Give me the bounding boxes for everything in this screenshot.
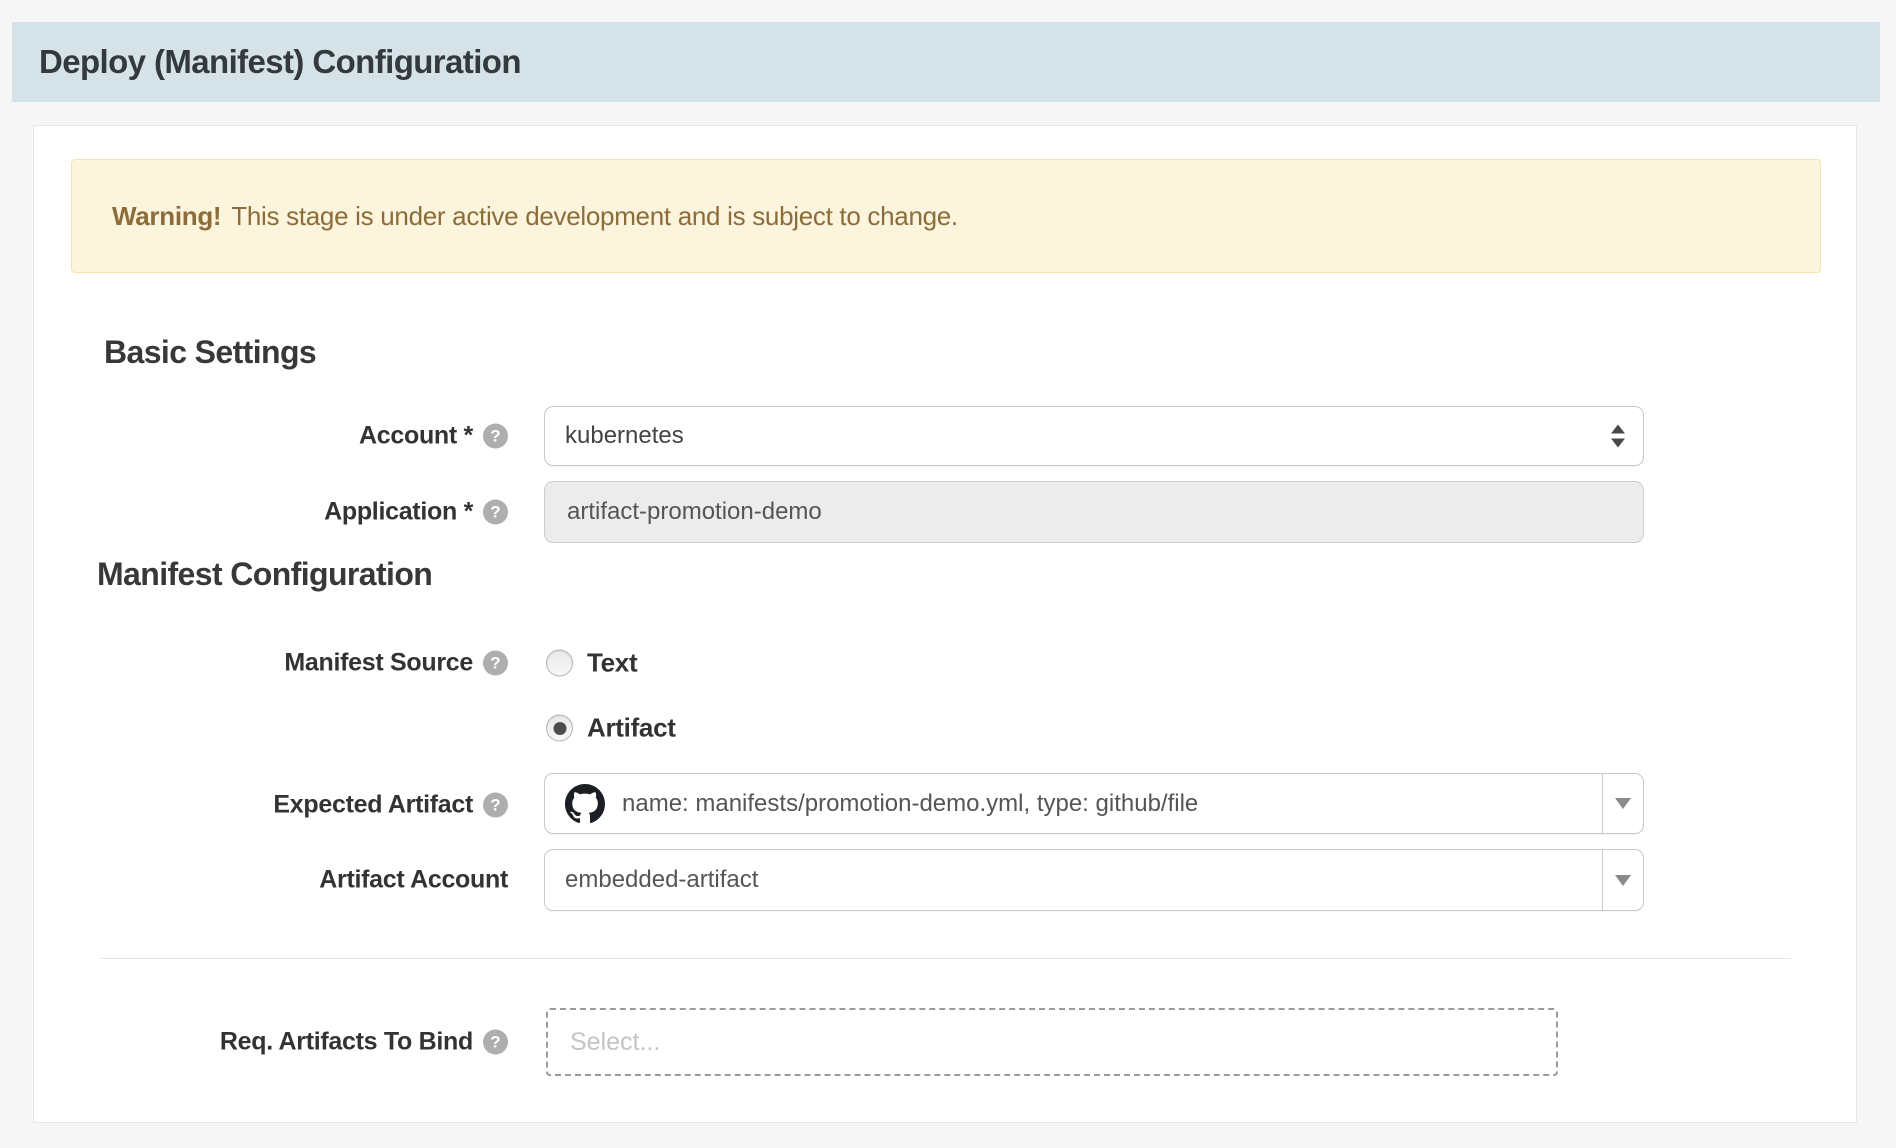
artifact-account-select[interactable]: embedded-artifact xyxy=(544,849,1644,911)
manifest-source-label: Manifest Source? xyxy=(34,649,508,678)
select-stepper-icon xyxy=(1611,425,1625,448)
warning-alert: Warning! This stage is under active deve… xyxy=(71,159,1821,273)
warning-alert-message: This stage is under active development a… xyxy=(231,201,958,232)
manifest-source-artifact-option-label[interactable]: Artifact xyxy=(587,713,676,744)
artifact-account-caret-button[interactable] xyxy=(1602,850,1643,910)
help-icon[interactable]: ? xyxy=(483,793,508,818)
caret-down-icon xyxy=(1615,798,1631,809)
caret-down-icon xyxy=(1615,875,1631,886)
stage-config-panel: Warning! This stage is under active deve… xyxy=(33,125,1857,1123)
req-artifacts-placeholder: Select... xyxy=(570,1028,660,1057)
req-artifacts-to-bind-label: Req. Artifacts To Bind? xyxy=(34,1028,508,1057)
radio-unchecked-icon[interactable] xyxy=(546,650,573,677)
help-icon[interactable]: ? xyxy=(483,500,508,525)
section-divider xyxy=(101,958,1791,959)
warning-alert-strong: Warning! xyxy=(112,201,221,232)
manifest-source-radio-artifact[interactable]: Artifact xyxy=(546,713,676,744)
manifest-source-radio-text[interactable]: Text xyxy=(546,648,637,679)
req-artifacts-to-bind-select[interactable]: Select... xyxy=(546,1008,1558,1076)
application-input-value: artifact-promotion-demo xyxy=(567,498,822,526)
artifact-account-label: Artifact Account xyxy=(34,866,508,895)
help-icon[interactable]: ? xyxy=(483,1030,508,1055)
application-label: Application *? xyxy=(34,498,508,527)
expected-artifact-caret-button[interactable] xyxy=(1602,774,1643,833)
page-title: Deploy (Manifest) Configuration xyxy=(39,43,521,81)
stage-config-header: Deploy (Manifest) Configuration xyxy=(12,22,1880,102)
account-select[interactable]: kubernetes xyxy=(544,406,1644,466)
expected-artifact-select[interactable]: name: manifests/promotion-demo.yml, type… xyxy=(544,773,1644,834)
section-heading-basic-settings: Basic Settings xyxy=(104,334,316,371)
artifact-account-select-value: embedded-artifact xyxy=(565,866,758,894)
deploy-manifest-config-page: Deploy (Manifest) Configuration Warning!… xyxy=(0,0,1896,1148)
help-icon[interactable]: ? xyxy=(483,424,508,449)
application-input[interactable]: artifact-promotion-demo xyxy=(544,481,1644,543)
help-icon[interactable]: ? xyxy=(483,651,508,676)
account-select-value: kubernetes xyxy=(565,422,684,450)
section-heading-manifest-configuration: Manifest Configuration xyxy=(97,556,432,593)
expected-artifact-select-value: name: manifests/promotion-demo.yml, type… xyxy=(622,790,1198,818)
manifest-source-text-option-label[interactable]: Text xyxy=(587,648,637,679)
expected-artifact-label: Expected Artifact? xyxy=(34,791,508,820)
radio-checked-icon[interactable] xyxy=(546,715,573,742)
account-label: Account *? xyxy=(34,422,508,451)
github-icon xyxy=(565,784,605,824)
